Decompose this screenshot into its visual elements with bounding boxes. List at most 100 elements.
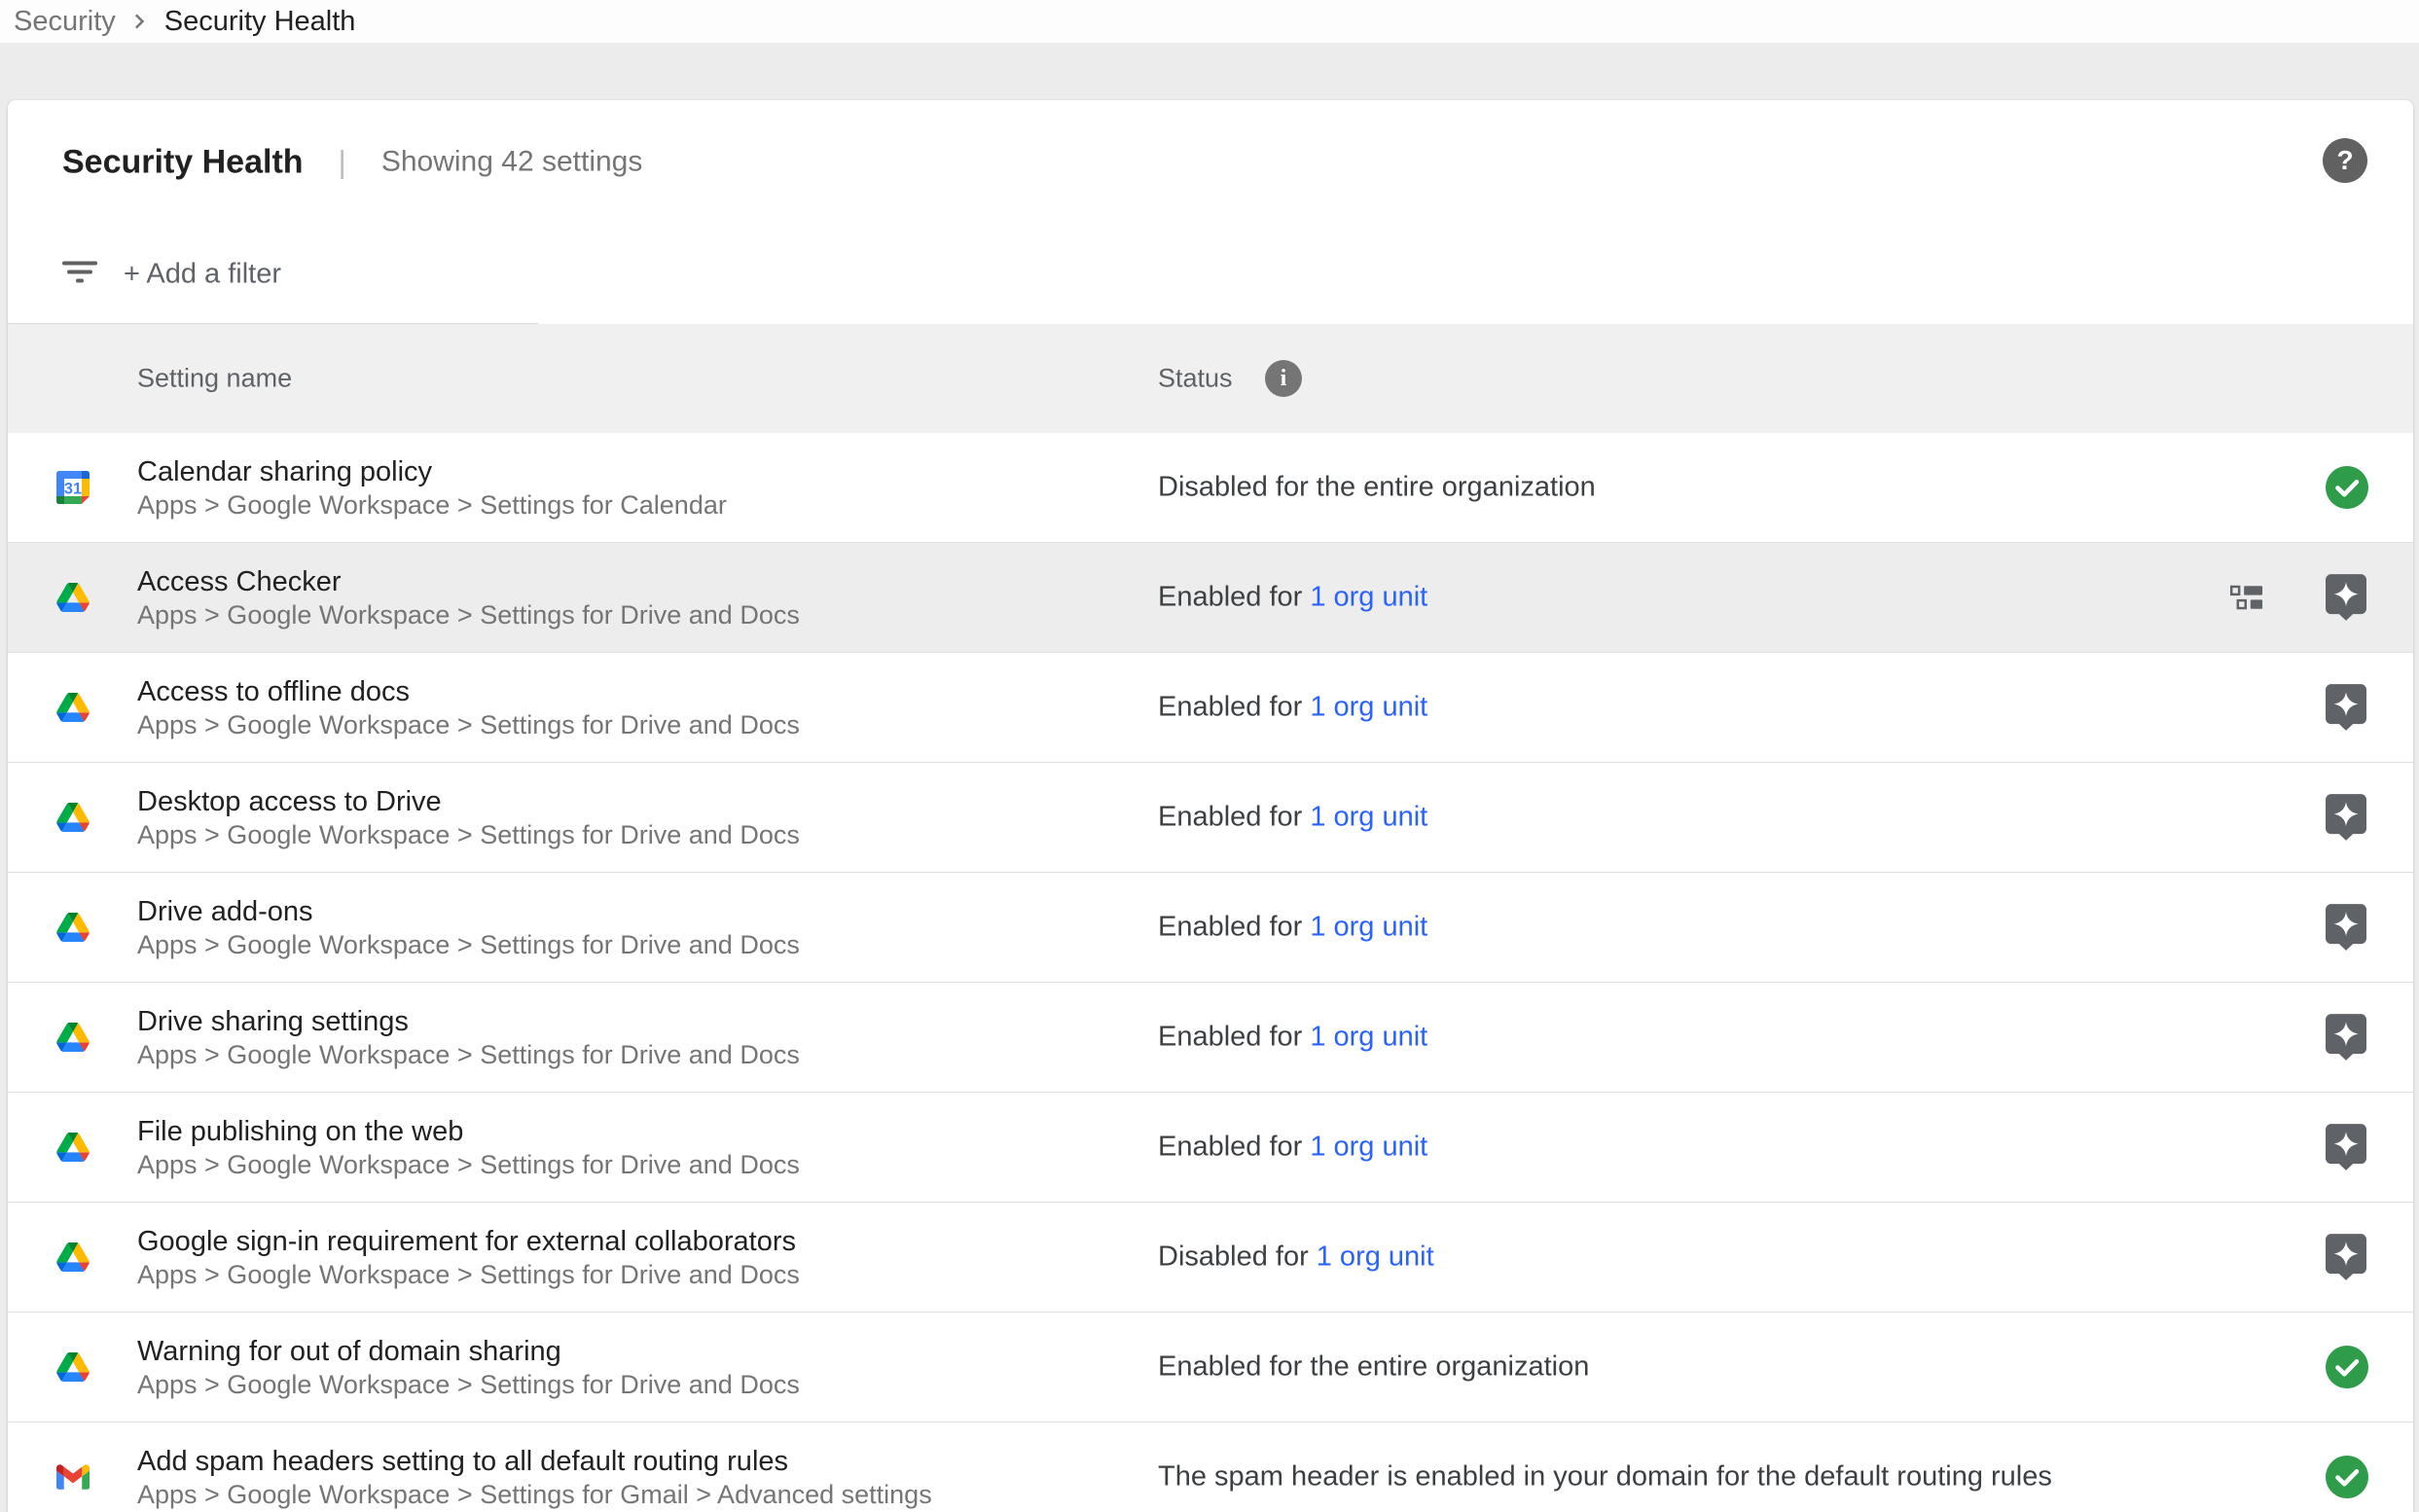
status-cell: Disabled for the entire organization: [1158, 472, 1596, 504]
breadcrumb-security-health: Security Health: [164, 6, 356, 38]
security-health-card: Security Health | Showing 42 settings ? …: [8, 100, 2413, 1512]
setting-name: Desktop access to Drive: [137, 784, 800, 819]
status-cell: Enabled for1 org unit: [1158, 912, 1427, 944]
table-row[interactable]: File publishing on the web Apps > Google…: [8, 1093, 2413, 1203]
org-unit-link[interactable]: 1 org unit: [1310, 912, 1427, 943]
security-health-page: Security Security Health Security Health…: [0, 0, 2419, 1512]
chevron-right-icon: [126, 7, 155, 36]
status-text: Enabled for: [1158, 1022, 1302, 1053]
card-header: Security Health | Showing 42 settings ?: [8, 100, 2413, 224]
status-text: Enabled for the entire organization: [1158, 1351, 1589, 1383]
table-row[interactable]: Drive add-ons Apps > Google Workspace > …: [8, 873, 2413, 983]
table-row[interactable]: Add spam headers setting to all default …: [8, 1422, 2413, 1512]
setting-name: Calendar sharing policy: [137, 454, 727, 489]
recommendation-icon[interactable]: [2326, 904, 2370, 951]
org-unit-link[interactable]: 1 org unit: [1317, 1242, 1434, 1273]
recommendation-icon[interactable]: [2326, 1124, 2370, 1170]
setting-name: Drive add-ons: [137, 894, 800, 929]
table-row[interactable]: Access to offline docs Apps > Google Wor…: [8, 653, 2413, 763]
settings-list: 31 Calendar sharing policy Apps > Google…: [8, 433, 2413, 1512]
filter-bar: + Add a filter: [8, 224, 2413, 324]
recommendation-icon[interactable]: [2326, 1234, 2370, 1280]
breadcrumb: Security Security Health: [0, 0, 2419, 43]
setting-name: Access Checker: [137, 564, 800, 599]
setting-path: Apps > Google Workspace > Settings for D…: [137, 929, 800, 960]
setting-cell: Add spam headers setting to all default …: [137, 1444, 932, 1510]
setting-path: Apps > Google Workspace > Settings for D…: [137, 1149, 800, 1180]
setting-name: Warning for out of domain sharing: [137, 1334, 800, 1369]
setting-path: Apps > Google Workspace > Settings for D…: [137, 1369, 800, 1400]
info-icon[interactable]: i: [1265, 360, 1302, 397]
table-row[interactable]: Drive sharing settings Apps > Google Wor…: [8, 983, 2413, 1093]
drive-icon: [56, 913, 90, 942]
status-cell: Enabled for 1 org unit: [1158, 692, 1427, 724]
table-row[interactable]: Google sign-in requirement for external …: [8, 1203, 2413, 1313]
status-cell: Enabled for 1 org unit: [1158, 802, 1427, 834]
setting-cell: Drive add-ons Apps > Google Workspace > …: [137, 894, 800, 960]
status-cell: Enabled for the entire organization: [1158, 1351, 1589, 1384]
org-unit-link[interactable]: 1 org unit: [1310, 802, 1427, 833]
table-header: Setting name Status i: [8, 324, 2413, 433]
setting-path: Apps > Google Workspace > Settings for D…: [137, 819, 800, 850]
drive-icon: [56, 693, 90, 722]
setting-cell: File publishing on the web Apps > Google…: [137, 1114, 800, 1180]
setting-path: Apps > Google Workspace > Settings for G…: [137, 1479, 932, 1510]
drive-icon: [56, 583, 90, 612]
org-unit-link[interactable]: 1 org unit: [1310, 1132, 1427, 1163]
breadcrumb-security[interactable]: Security: [14, 6, 116, 38]
recommendation-icon[interactable]: [2326, 684, 2370, 731]
status-text: Disabled for the entire organization: [1158, 472, 1596, 503]
setting-name: File publishing on the web: [137, 1114, 800, 1149]
status-cell: Enabled for 1 org unit: [1158, 582, 1427, 614]
setting-cell: Google sign-in requirement for external …: [137, 1224, 800, 1290]
recommendation-icon[interactable]: [2326, 794, 2370, 841]
setting-cell: Warning for out of domain sharing Apps >…: [137, 1334, 800, 1400]
status-cell: Enabled for 1 org unit: [1158, 1022, 1427, 1054]
org-unit-link[interactable]: 1 org unit: [1310, 582, 1427, 613]
table-row[interactable]: 31 Calendar sharing policy Apps > Google…: [8, 433, 2413, 543]
setting-name: Access to offline docs: [137, 674, 800, 709]
setting-cell: Drive sharing settings Apps > Google Wor…: [137, 1004, 800, 1070]
svg-text:31: 31: [64, 480, 82, 497]
help-icon[interactable]: ?: [2323, 138, 2367, 183]
recommendation-icon[interactable]: [2326, 1014, 2370, 1061]
drive-icon: [56, 1352, 90, 1382]
status-ok-icon: [2326, 1346, 2370, 1388]
status-text: Enabled for: [1158, 1132, 1302, 1163]
page-title: Security Health: [62, 143, 304, 181]
status-text: Enabled for: [1158, 802, 1302, 833]
org-unit-link[interactable]: 1 org unit: [1310, 1022, 1427, 1053]
status-ok-icon: [2326, 466, 2370, 509]
add-filter-button[interactable]: + Add a filter: [124, 258, 281, 290]
table-row[interactable]: Access Checker Apps > Google Workspace >…: [8, 543, 2413, 653]
table-row[interactable]: Desktop access to Drive Apps > Google Wo…: [8, 763, 2413, 873]
setting-cell: Desktop access to Drive Apps > Google Wo…: [137, 784, 800, 850]
title-divider: |: [339, 144, 346, 180]
calendar-icon: 31: [56, 471, 90, 504]
status-cell: Disabled for 1 org unit: [1158, 1242, 1434, 1274]
status-ok-icon: [2326, 1456, 2370, 1498]
setting-path: Apps > Google Workspace > Settings for D…: [137, 709, 800, 740]
status-text: Enabled for: [1158, 582, 1302, 613]
filter-icon[interactable]: [62, 261, 97, 287]
setting-name-column-header: Setting name: [137, 364, 292, 394]
setting-path: Apps > Google Workspace > Settings for D…: [137, 1259, 800, 1290]
status-text: Enabled for: [1158, 692, 1302, 723]
drive-icon: [56, 1242, 90, 1272]
setting-path: Apps > Google Workspace > Settings for D…: [137, 599, 800, 630]
table-row[interactable]: Warning for out of domain sharing Apps >…: [8, 1313, 2413, 1422]
drive-icon: [56, 1023, 90, 1052]
setting-name: Google sign-in requirement for external …: [137, 1224, 800, 1259]
status-text: Disabled for: [1158, 1242, 1309, 1273]
setting-cell: Calendar sharing policy Apps > Google Wo…: [137, 454, 727, 521]
setting-cell: Access to offline docs Apps > Google Wor…: [137, 674, 800, 740]
settings-count: Showing 42 settings: [381, 146, 643, 179]
org-units-icon[interactable]: [2230, 586, 2263, 610]
status-cell: The spam header is enabled in your domai…: [1158, 1461, 2052, 1494]
status-text: The spam header is enabled in your domai…: [1158, 1461, 2052, 1493]
org-unit-link[interactable]: 1 org unit: [1310, 692, 1427, 723]
drive-icon: [56, 1133, 90, 1162]
gmail-icon: [56, 1464, 90, 1490]
setting-path: Apps > Google Workspace > Settings for C…: [137, 489, 727, 521]
recommendation-icon[interactable]: [2326, 574, 2370, 621]
